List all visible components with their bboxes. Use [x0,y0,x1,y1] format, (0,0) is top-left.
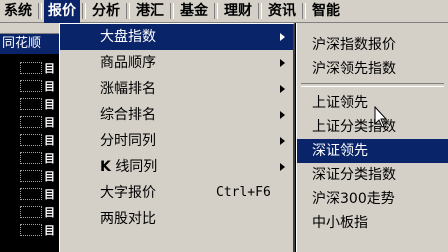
submenu-arrow-icon [280,111,285,119]
menu-separator [302,3,306,19]
menu-fund[interactable]: 基金 [176,0,212,23]
menu-item-label: 涨幅排名 [100,81,156,97]
menu-quote[interactable]: 报价 [44,0,80,23]
row-glyph: 目 [44,80,55,93]
row-glyph: 目 [44,134,55,147]
menu-separator [214,3,218,19]
tree-node-box [20,134,42,146]
tree-row[interactable]: 目 [0,149,62,167]
menu-news[interactable]: 资讯 [264,0,300,23]
tree-row[interactable]: 目 [0,95,62,113]
menu-analysis[interactable]: 分析 [88,0,124,23]
menu-item-composite-ranking[interactable]: 综合排名 [60,102,293,128]
quote-dropdown-menu: 大盘指数 商品顺序 涨幅排名 综合排名 分时同列 K 线同列 大字报价 Ctrl… [59,23,295,252]
menu-item-label: 分时同列 [100,133,156,149]
tree-row[interactable]: 目 [0,185,62,203]
menu-smart[interactable]: 智能 [308,0,344,23]
submenu-item-sz-leading[interactable]: 深证领先 [297,139,448,163]
menu-item-market-index[interactable]: 大盘指数 [60,24,293,50]
tree-row[interactable]: 目 [0,221,62,239]
submenu-arrow-icon [280,137,285,145]
submenu-item-csi300-trend[interactable]: 沪深300走势 [297,187,448,211]
row-glyph: 目 [44,152,55,165]
submenu-item-sh-sz-index-quote[interactable]: 沪深指数报价 [297,33,448,57]
tree-node-box [20,152,42,164]
menu-item-product-order[interactable]: 商品顺序 [60,50,293,76]
tree-node-box [20,170,42,182]
submenu-item-sh-leading[interactable]: 上证领先 [297,91,448,115]
tree-node-box [20,116,42,128]
tree-node-box [20,206,42,218]
menu-separator [170,3,174,19]
menu-item-label: 综合排名 [100,107,156,123]
row-glyph: 目 [44,62,55,75]
tree-node-box [20,80,42,92]
menu-item-label: 大字报价 [100,185,156,201]
row-glyph: 目 [44,224,55,237]
tree-row[interactable]: 目 [0,59,62,77]
menu-item-gain-ranking[interactable]: 涨幅排名 [60,76,293,102]
row-glyph: 目 [44,116,55,129]
submenu-arrow-icon [280,59,285,67]
row-glyph: 目 [44,98,55,111]
menu-item-intraday-compare[interactable]: 分时同列 [60,128,293,154]
tree-row[interactable]: 目 [0,77,62,95]
menu-separator [38,3,42,19]
menu-system[interactable]: 系统 [0,0,36,23]
tree-node-box [20,62,42,74]
menu-item-label: 大盘指数 [100,29,156,45]
menu-separator [82,3,86,19]
submenu-arrow-icon [280,163,285,171]
toolbar-strip [0,23,62,34]
mouse-cursor-icon [374,106,388,128]
menu-item-big-quote[interactable]: 大字报价 Ctrl+F6 [60,180,293,206]
submenu-arrow-icon [280,33,285,41]
menu-item-label-prefix: K [100,159,111,175]
submenu-item-sh-sz-leading-index[interactable]: 沪深领先指数 [297,57,448,81]
row-glyph: 目 [44,188,55,201]
menu-item-label: 商品顺序 [100,55,156,71]
menu-item-label: 线同列 [115,159,158,175]
row-glyph: 目 [44,206,55,219]
submenu-item-sz-category-index[interactable]: 深证分类指数 [297,163,448,187]
menu-finance[interactable]: 理财 [220,0,256,23]
menu-divider [301,83,444,87]
menu-item-label: 两股对比 [100,211,156,227]
market-index-submenu: 沪深指数报价 沪深领先指数 上证领先 上证分类指数 深证领先 深证分类指数 沪深… [296,23,448,252]
tree-row[interactable]: 目 [0,203,62,221]
tree-row[interactable]: 目 [0,113,62,131]
menu-item-two-stock-compare[interactable]: 两股对比 [60,206,293,232]
row-glyph: 目 [44,170,55,183]
tree-node-box [20,224,42,236]
submenu-item-sh-category-index[interactable]: 上证分类指数 [297,115,448,139]
menu-separator [126,3,130,19]
tree-node-box [20,98,42,110]
menu-item-shortcut: Ctrl+F6 [216,185,271,200]
window-title[interactable]: 同花顺 [0,34,62,54]
submenu-item-sme-board-index[interactable]: 中小板指 [297,211,448,235]
menu-bar: 系统 报价 分析 港汇 基金 理财 资讯 智能 [0,0,448,23]
menu-separator [258,3,262,19]
background-window: 同花顺 目 目 目 目 目 目 目 目 目 目 [0,23,63,252]
submenu-arrow-icon [280,85,285,93]
menu-hk-exchange[interactable]: 港汇 [132,0,168,23]
tree-node-box [20,188,42,200]
tree-row[interactable]: 目 [0,131,62,149]
tree-row[interactable]: 目 [0,167,62,185]
menu-item-kline-compare[interactable]: K 线同列 [60,154,293,180]
tree-list: 目 目 目 目 目 目 目 目 目 目 [0,59,62,239]
